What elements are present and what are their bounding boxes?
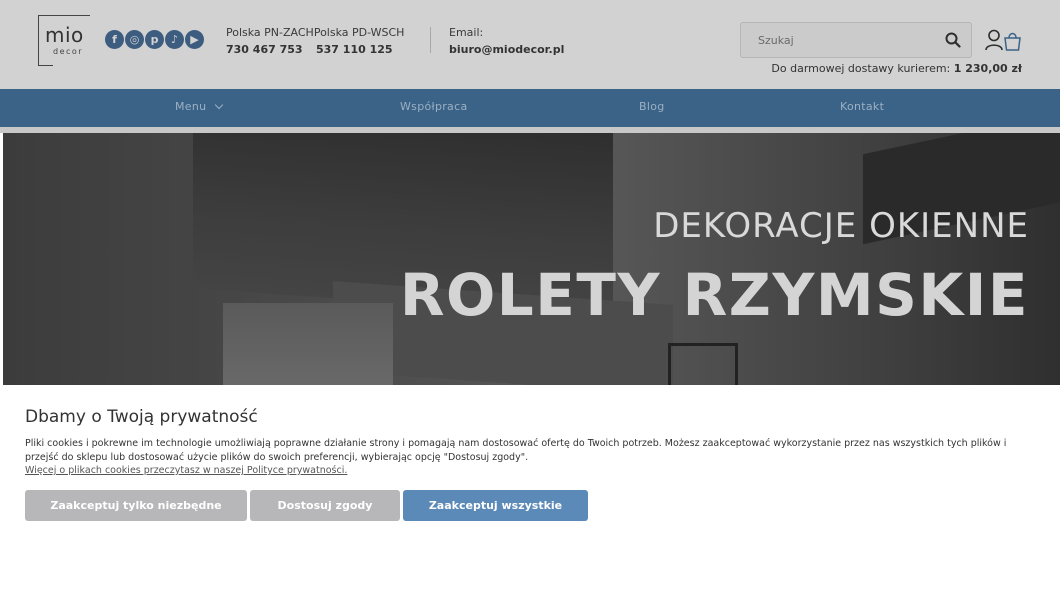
phone-link-west[interactable]: 730 467 753 bbox=[226, 43, 303, 56]
main-nav: Menu Współpraca Blog Kontakt bbox=[0, 89, 1060, 127]
email-contact: Email: biuro@miodecor.pl bbox=[449, 26, 564, 56]
logo-subtext: decor bbox=[53, 47, 84, 56]
tiktok-icon[interactable]: ♪ bbox=[165, 30, 184, 49]
hero-picture-frame bbox=[668, 343, 738, 385]
search-input[interactable] bbox=[741, 23, 937, 57]
phone-link-east[interactable]: 537 110 125 bbox=[316, 43, 393, 56]
header-divider bbox=[430, 27, 431, 53]
cart-icon[interactable] bbox=[1003, 31, 1022, 51]
email-label: Email: bbox=[449, 26, 484, 39]
cookie-text: Pliki cookies i pokrewne im technologie … bbox=[25, 438, 1007, 463]
hero-subtitle: DEKORACJE OKIENNE bbox=[653, 206, 1029, 246]
email-link[interactable]: biuro@miodecor.pl bbox=[449, 43, 564, 56]
search-box bbox=[740, 22, 972, 58]
nav-item-menu[interactable]: Menu bbox=[175, 100, 224, 113]
instagram-icon[interactable]: ◎ bbox=[125, 30, 144, 49]
privacy-policy-link[interactable]: Więcej o plikach cookies przeczytasz w n… bbox=[25, 465, 347, 476]
logo-text: mio bbox=[45, 23, 84, 47]
site-header: mio decor f ◎ p ♪ ▶ Polska PN-ZACHPolska… bbox=[0, 0, 1060, 89]
hero-window-shape bbox=[223, 303, 393, 385]
cookie-consent-panel: Dbamy o Twoją prywatność Pliki cookies i… bbox=[0, 385, 1060, 596]
pinterest-icon[interactable]: p bbox=[145, 30, 164, 49]
nav-menu-label: Menu bbox=[175, 100, 207, 113]
site-logo[interactable]: mio decor bbox=[38, 15, 90, 66]
social-links: f ◎ p ♪ ▶ bbox=[105, 30, 204, 49]
youtube-icon[interactable]: ▶ bbox=[185, 30, 204, 49]
search-icon[interactable] bbox=[945, 32, 961, 48]
shipping-amount: 1 230,00 zł bbox=[953, 62, 1022, 75]
accept-necessary-button[interactable]: Zaakceptuj tylko niezbędne bbox=[25, 490, 247, 521]
shipping-label: Do darmowej dostawy kurierem: bbox=[771, 62, 954, 75]
chevron-down-icon bbox=[215, 100, 224, 110]
customize-consent-button[interactable]: Dostosuj zgody bbox=[250, 490, 400, 521]
phone-numbers: 730 467 753 537 110 125 bbox=[226, 43, 404, 57]
cookie-title: Dbamy o Twoją prywatność bbox=[25, 407, 258, 427]
phone-labels: Polska PN-ZACHPolska PD-WSCH bbox=[226, 26, 405, 39]
facebook-icon[interactable]: f bbox=[105, 30, 124, 49]
hero-banner[interactable]: DEKORACJE OKIENNE ROLETY RZYMSKIE bbox=[3, 133, 1060, 385]
nav-item-kontakt[interactable]: Kontakt bbox=[840, 100, 884, 113]
free-shipping-info: Do darmowej dostawy kurierem: 1 230,00 z… bbox=[771, 62, 1022, 75]
hero-title: ROLETY RZYMSKIE bbox=[399, 261, 1029, 329]
phone-contacts: Polska PN-ZACHPolska PD-WSCH 730 467 753… bbox=[226, 26, 404, 57]
logo-bar bbox=[39, 65, 53, 66]
nav-item-blog[interactable]: Blog bbox=[639, 100, 665, 113]
user-icon[interactable] bbox=[985, 29, 1003, 51]
nav-item-wspolpraca[interactable]: Współpraca bbox=[400, 100, 467, 113]
accept-all-button[interactable]: Zaakceptuj wszystkie bbox=[403, 490, 588, 521]
